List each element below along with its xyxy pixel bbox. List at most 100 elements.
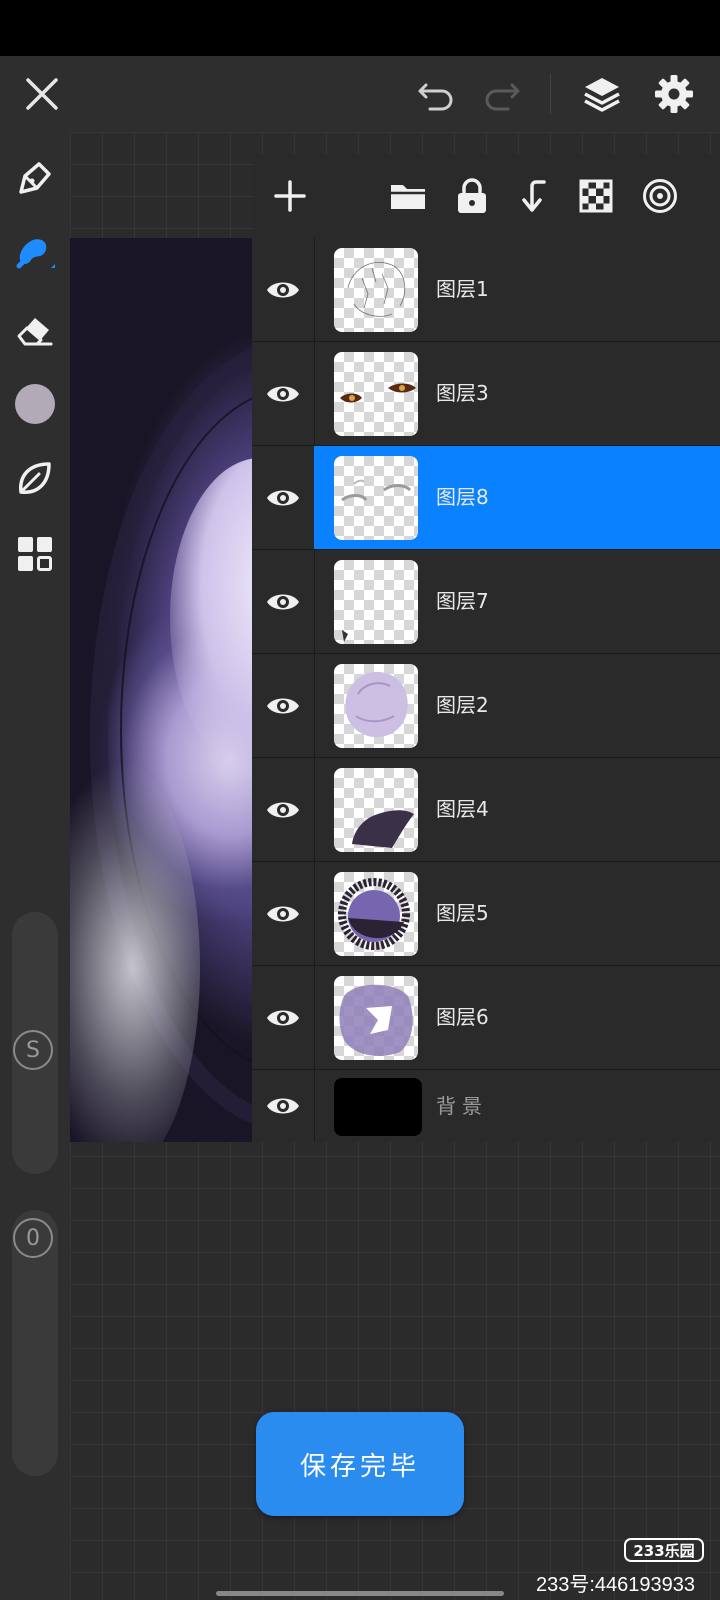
visibility-toggle[interactable] [252,654,315,757]
layer-row[interactable]: 图层3 [252,342,720,447]
layer-body[interactable]: 背景 [314,1070,720,1142]
undo-icon [418,83,453,111]
add-layer-button[interactable] [264,170,316,222]
eye-icon [267,1098,299,1114]
layer-thumbnail [334,248,418,332]
eye-icon [267,490,299,505]
leaf-icon [19,462,51,494]
layer-name: 图层2 [436,693,489,717]
folder-button[interactable] [382,170,434,222]
home-indicator[interactable] [216,1591,504,1596]
size-slider-label: S [26,1037,40,1063]
lock-layer-button[interactable] [446,170,498,222]
layer-name: 图层3 [436,381,489,405]
lock-icon [458,178,486,213]
layer-row[interactable]: 图层5 [252,862,720,967]
top-toolbar [0,56,720,132]
visibility-toggle[interactable] [252,862,315,965]
layer-row[interactable]: 图层7 [252,550,720,655]
size-slider-knob[interactable]: S [13,1030,53,1070]
eye-icon [267,386,299,401]
toolbar-divider [550,74,551,114]
layer-body[interactable]: 图层5 [314,862,720,965]
layer-thumbnail [334,872,418,956]
redo-icon [485,83,520,111]
eraser-icon [17,318,53,346]
visibility-toggle[interactable] [252,446,315,549]
checker-icon [579,179,613,213]
eye-icon [267,1010,299,1025]
layer-body[interactable]: 图层4 [314,758,720,861]
visibility-toggle[interactable] [252,758,315,861]
close-button[interactable] [10,56,74,132]
layer-body[interactable]: 图层6 [314,966,720,1069]
target-icon [643,179,677,213]
layer-thumbnail [334,352,418,436]
settings-button[interactable] [642,56,706,132]
layer-name: 图层6 [436,1005,489,1029]
save-button[interactable]: 保存完毕 [256,1412,464,1516]
close-icon [26,78,58,110]
status-bar [0,0,720,56]
layers-panel: 图层1 图层3 图层8 图层7 图层2 图层4 图层5 图层6 背景 [252,154,720,1142]
add-icon [274,180,306,212]
merge-down-icon [522,180,546,212]
eye-icon [267,906,299,921]
tool-sidebar: S 0 [0,132,70,1600]
layer-row[interactable]: 图层6 [252,966,720,1071]
redo-button[interactable] [470,56,534,132]
layer-name: 图层5 [436,901,489,925]
visibility-toggle[interactable] [252,550,315,653]
layers-toolbar [252,154,720,238]
layer-row[interactable]: 图层1 [252,238,720,343]
folder-icon [391,185,425,209]
gear-icon [655,75,693,113]
grid-tool[interactable] [11,530,59,578]
leaf-tool[interactable] [11,454,59,502]
opacity-slider-knob[interactable]: 0 [13,1218,53,1258]
layers-button[interactable] [570,56,634,132]
opacity-slider-label: 0 [26,1225,40,1251]
layer-thumbnail [334,976,418,1060]
transparency-button[interactable] [570,170,622,222]
pen-tool[interactable] [11,154,59,202]
layer-row[interactable]: 图层4 [252,758,720,863]
layer-name: 背景 [436,1094,488,1118]
grid-icon [18,537,52,571]
layer-thumbnail [334,456,418,540]
layer-name: 图层7 [436,589,489,613]
layer-body[interactable]: 图层3 [314,342,720,445]
merge-down-button[interactable] [508,170,560,222]
background-layer-row[interactable]: 背景 [252,1070,720,1142]
layer-body[interactable]: 图层7 [314,550,720,653]
watermark-badge: 233乐园 [624,1538,704,1562]
undo-button[interactable] [404,56,468,132]
layer-body[interactable]: 图层2 [314,654,720,757]
layer-thumbnail [334,768,418,852]
layer-body[interactable]: 图层1 [314,238,720,341]
eraser-tool[interactable] [11,306,59,354]
layer-row-selected[interactable]: 图层8 [252,446,720,551]
color-swatch-button[interactable] [11,380,59,428]
pen-icon [19,162,51,194]
layer-name: 图层4 [436,797,489,821]
layer-thumbnail [334,1078,422,1136]
brush-tool[interactable] [11,230,59,278]
layer-name: 图层8 [436,485,489,509]
layer-row[interactable]: 图层2 [252,654,720,759]
eye-icon [267,802,299,817]
color-swatch [15,384,55,424]
visibility-toggle[interactable] [252,966,315,1069]
brush-icon [16,239,55,269]
visibility-toggle[interactable] [252,342,315,445]
eye-icon [267,282,299,297]
visibility-toggle[interactable] [252,1070,315,1142]
layer-body[interactable]: 图层8 [314,446,720,549]
layer-name: 图层1 [436,277,489,301]
target-button[interactable] [634,170,686,222]
layer-thumbnail [334,560,418,644]
layers-icon [584,78,620,112]
eye-icon [267,698,299,713]
artwork-canvas[interactable] [70,238,252,1142]
visibility-toggle[interactable] [252,238,315,341]
